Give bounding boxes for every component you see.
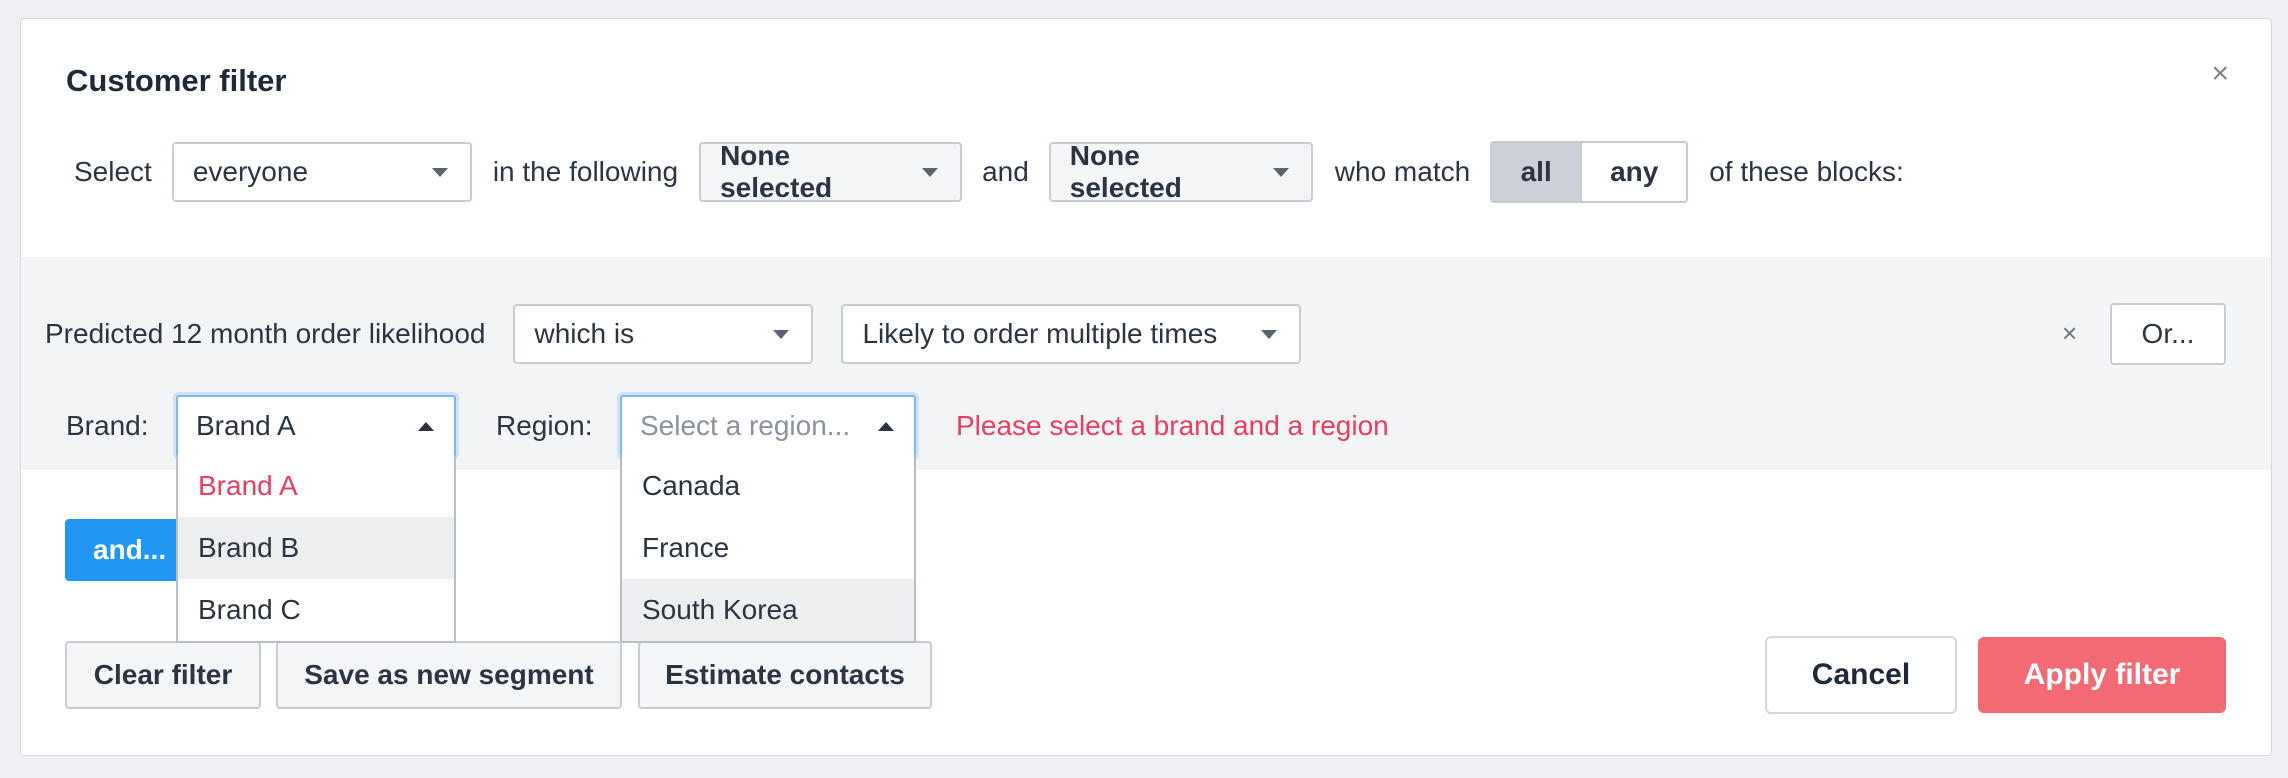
region-option[interactable]: Canada xyxy=(622,455,914,517)
region-placeholder: Select a region... xyxy=(640,410,851,441)
first-list-dropdown[interactable]: None selected xyxy=(699,140,963,203)
operator-value: which is xyxy=(534,318,635,349)
region-option[interactable]: France xyxy=(622,517,914,579)
chevron-down-icon xyxy=(773,329,790,339)
remove-condition-icon[interactable]: × xyxy=(2062,318,2077,349)
brand-label: Brand: xyxy=(66,410,149,441)
match-mode-toggle: all any xyxy=(1490,141,1689,203)
audience-selector-row: Select everyone in the following None se… xyxy=(45,140,1926,203)
brand-dropdown[interactable]: Brand A xyxy=(176,395,456,457)
chevron-down-icon xyxy=(922,167,939,177)
brand-options-menu: Brand A Brand B Brand C xyxy=(176,455,456,643)
chevron-down-icon xyxy=(431,167,448,177)
clear-filter-button[interactable]: Clear filter xyxy=(65,641,261,709)
match-all-option[interactable]: all xyxy=(1492,143,1583,201)
audience-dropdown[interactable]: everyone xyxy=(171,142,472,202)
condition-value-dropdown[interactable]: Likely to order multiple times xyxy=(841,304,1302,364)
chevron-down-icon xyxy=(1272,167,1289,177)
brand-option[interactable]: Brand C xyxy=(178,579,454,641)
who-match-label: who match xyxy=(1334,156,1471,187)
match-any-option[interactable]: any xyxy=(1582,143,1687,201)
close-icon[interactable]: × xyxy=(2211,59,2229,89)
condition-field-label: Predicted 12 month order likelihood xyxy=(45,318,486,349)
region-option[interactable]: South Korea xyxy=(622,579,914,641)
cancel-button[interactable]: Cancel xyxy=(1765,636,1957,714)
chevron-up-icon xyxy=(878,421,894,431)
audience-dropdown-value: everyone xyxy=(192,156,309,187)
save-segment-button[interactable]: Save as new segment xyxy=(276,641,622,709)
estimate-contacts-button[interactable]: Estimate contacts xyxy=(638,641,932,709)
second-list-dropdown[interactable]: None selected xyxy=(1048,140,1313,203)
condition-row: Predicted 12 month order likelihood whic… xyxy=(45,303,1302,365)
blocks-tail-label: of these blocks: xyxy=(1709,156,1904,187)
in-following-label: in the following xyxy=(492,156,679,187)
and-label: and xyxy=(982,156,1029,187)
region-label: Region: xyxy=(496,410,593,441)
brand-option[interactable]: Brand B xyxy=(178,517,454,579)
condition-value: Likely to order multiple times xyxy=(862,318,1218,349)
second-list-value: None selected xyxy=(1069,140,1182,203)
region-dropdown[interactable]: Select a region... xyxy=(620,395,916,457)
select-label: Select xyxy=(74,156,152,187)
first-list-value: None selected xyxy=(720,140,833,203)
validation-error: Please select a brand and a region xyxy=(956,410,1389,441)
operator-dropdown[interactable]: which is xyxy=(513,304,814,364)
dialog-title: Customer filter xyxy=(66,63,287,98)
or-button[interactable]: Or... xyxy=(2110,303,2226,365)
chevron-up-icon xyxy=(418,421,434,431)
chevron-down-icon xyxy=(1261,329,1278,339)
apply-filter-button[interactable]: Apply filter xyxy=(1978,637,2226,713)
brand-option[interactable]: Brand A xyxy=(178,455,454,517)
brand-dropdown-value: Brand A xyxy=(196,410,296,441)
region-options-menu: Canada France South Korea xyxy=(620,455,916,643)
